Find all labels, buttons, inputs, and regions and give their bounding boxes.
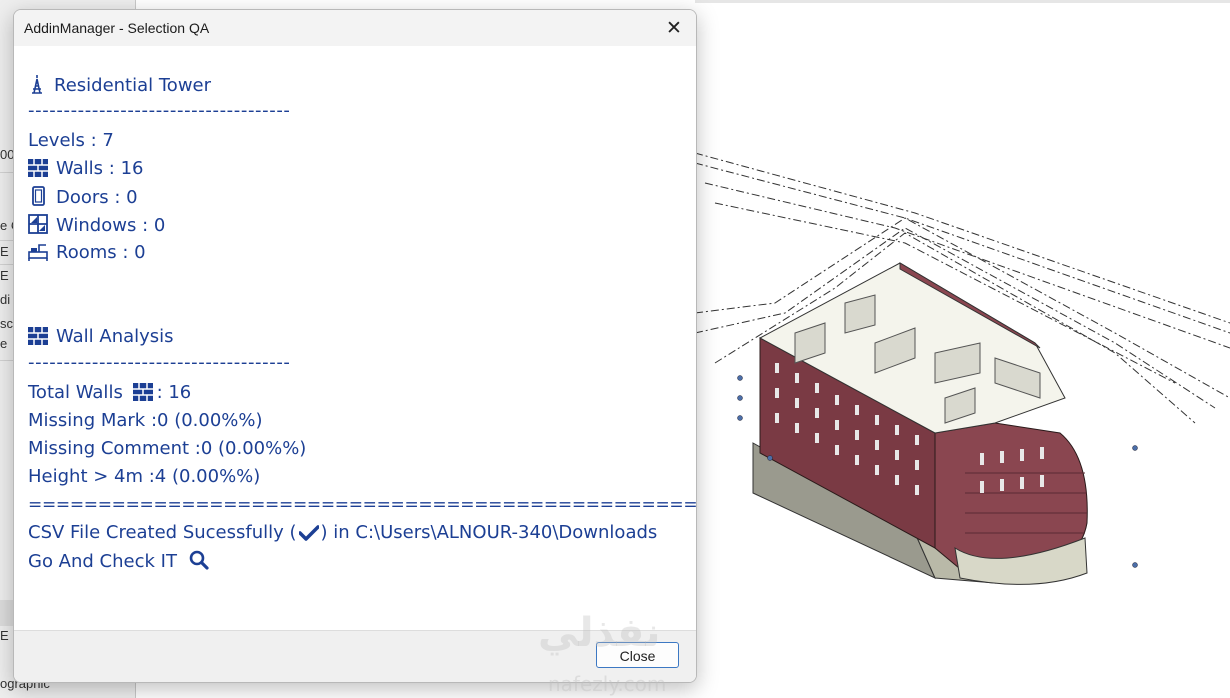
tower-icon — [28, 74, 46, 100]
go-check-row: Go And Check IT — [28, 550, 213, 576]
csv-suffix: ) in C:\Users\ALNOUR-340\Downloads — [320, 522, 658, 543]
total-walls-label: Total Walls — [28, 382, 123, 403]
window-icon — [28, 214, 48, 240]
separator-line: ------------------------------------- — [28, 100, 291, 121]
levels-count: Levels : 7 — [28, 130, 114, 151]
watermark-url: nafezly.com — [548, 672, 667, 696]
csv-status-row: CSV File Created Sucessfully ( ) in C:\U… — [28, 522, 657, 547]
panel-text: e — [0, 336, 8, 351]
missing-mark: Missing Mark :0 (0.00%%) — [28, 410, 263, 431]
walls-count: Walls : 16 — [56, 158, 144, 179]
doors-count: Doors : 0 — [56, 187, 138, 208]
windows-row: Windows : 0 — [28, 214, 165, 240]
dialog-titlebar[interactable]: AddinManager - Selection QA ✕ — [14, 10, 696, 46]
panel-text: di — [0, 292, 11, 307]
rooms-count: Rooms : 0 — [56, 242, 146, 263]
project-name: Residential Tower — [54, 75, 212, 96]
csv-prefix: CSV File Created Sucessfully ( — [28, 522, 297, 543]
checkmark-icon — [297, 525, 320, 547]
height-over-4m: Height > 4m :4 (0.00%%) — [28, 466, 261, 487]
missing-comment: Missing Comment :0 (0.00%%) — [28, 438, 307, 459]
doors-row: Doors : 0 — [28, 186, 138, 212]
panel-text: E — [0, 268, 9, 283]
panel-text: E — [0, 628, 9, 643]
equals-separator: ========================================… — [28, 495, 697, 515]
close-icon[interactable]: ✕ — [660, 14, 688, 42]
magnifier-icon — [189, 550, 209, 576]
wall-analysis-title: Wall Analysis — [56, 326, 174, 347]
rooms-row: Rooms : 0 — [28, 242, 146, 267]
watermark-logo: نفذلي — [538, 610, 661, 656]
dialog-title: AddinManager - Selection QA — [24, 20, 210, 36]
windows-count: Windows : 0 — [56, 215, 166, 236]
dialog-content: Residential Tower ----------------------… — [14, 46, 696, 630]
panel-text: E — [0, 244, 9, 259]
3d-model-viewport[interactable] — [695, 3, 1230, 698]
wall-analysis-heading: Wall Analysis — [28, 326, 174, 351]
selection-qa-dialog: AddinManager - Selection QA ✕ Residentia… — [13, 9, 697, 683]
panel-text: sc — [0, 316, 13, 331]
total-walls-row: Total Walls : 16 — [28, 382, 191, 407]
brick-wall-icon — [28, 327, 48, 351]
separator-line: ------------------------------------- — [28, 352, 291, 373]
bed-room-icon — [28, 243, 48, 267]
project-heading: Residential Tower — [28, 74, 211, 100]
brick-wall-icon — [132, 383, 153, 407]
go-check-text: Go And Check IT — [28, 551, 177, 572]
total-walls-value: : 16 — [156, 382, 192, 403]
door-icon — [28, 186, 48, 212]
brick-wall-icon — [28, 159, 48, 183]
walls-row: Walls : 16 — [28, 158, 143, 183]
